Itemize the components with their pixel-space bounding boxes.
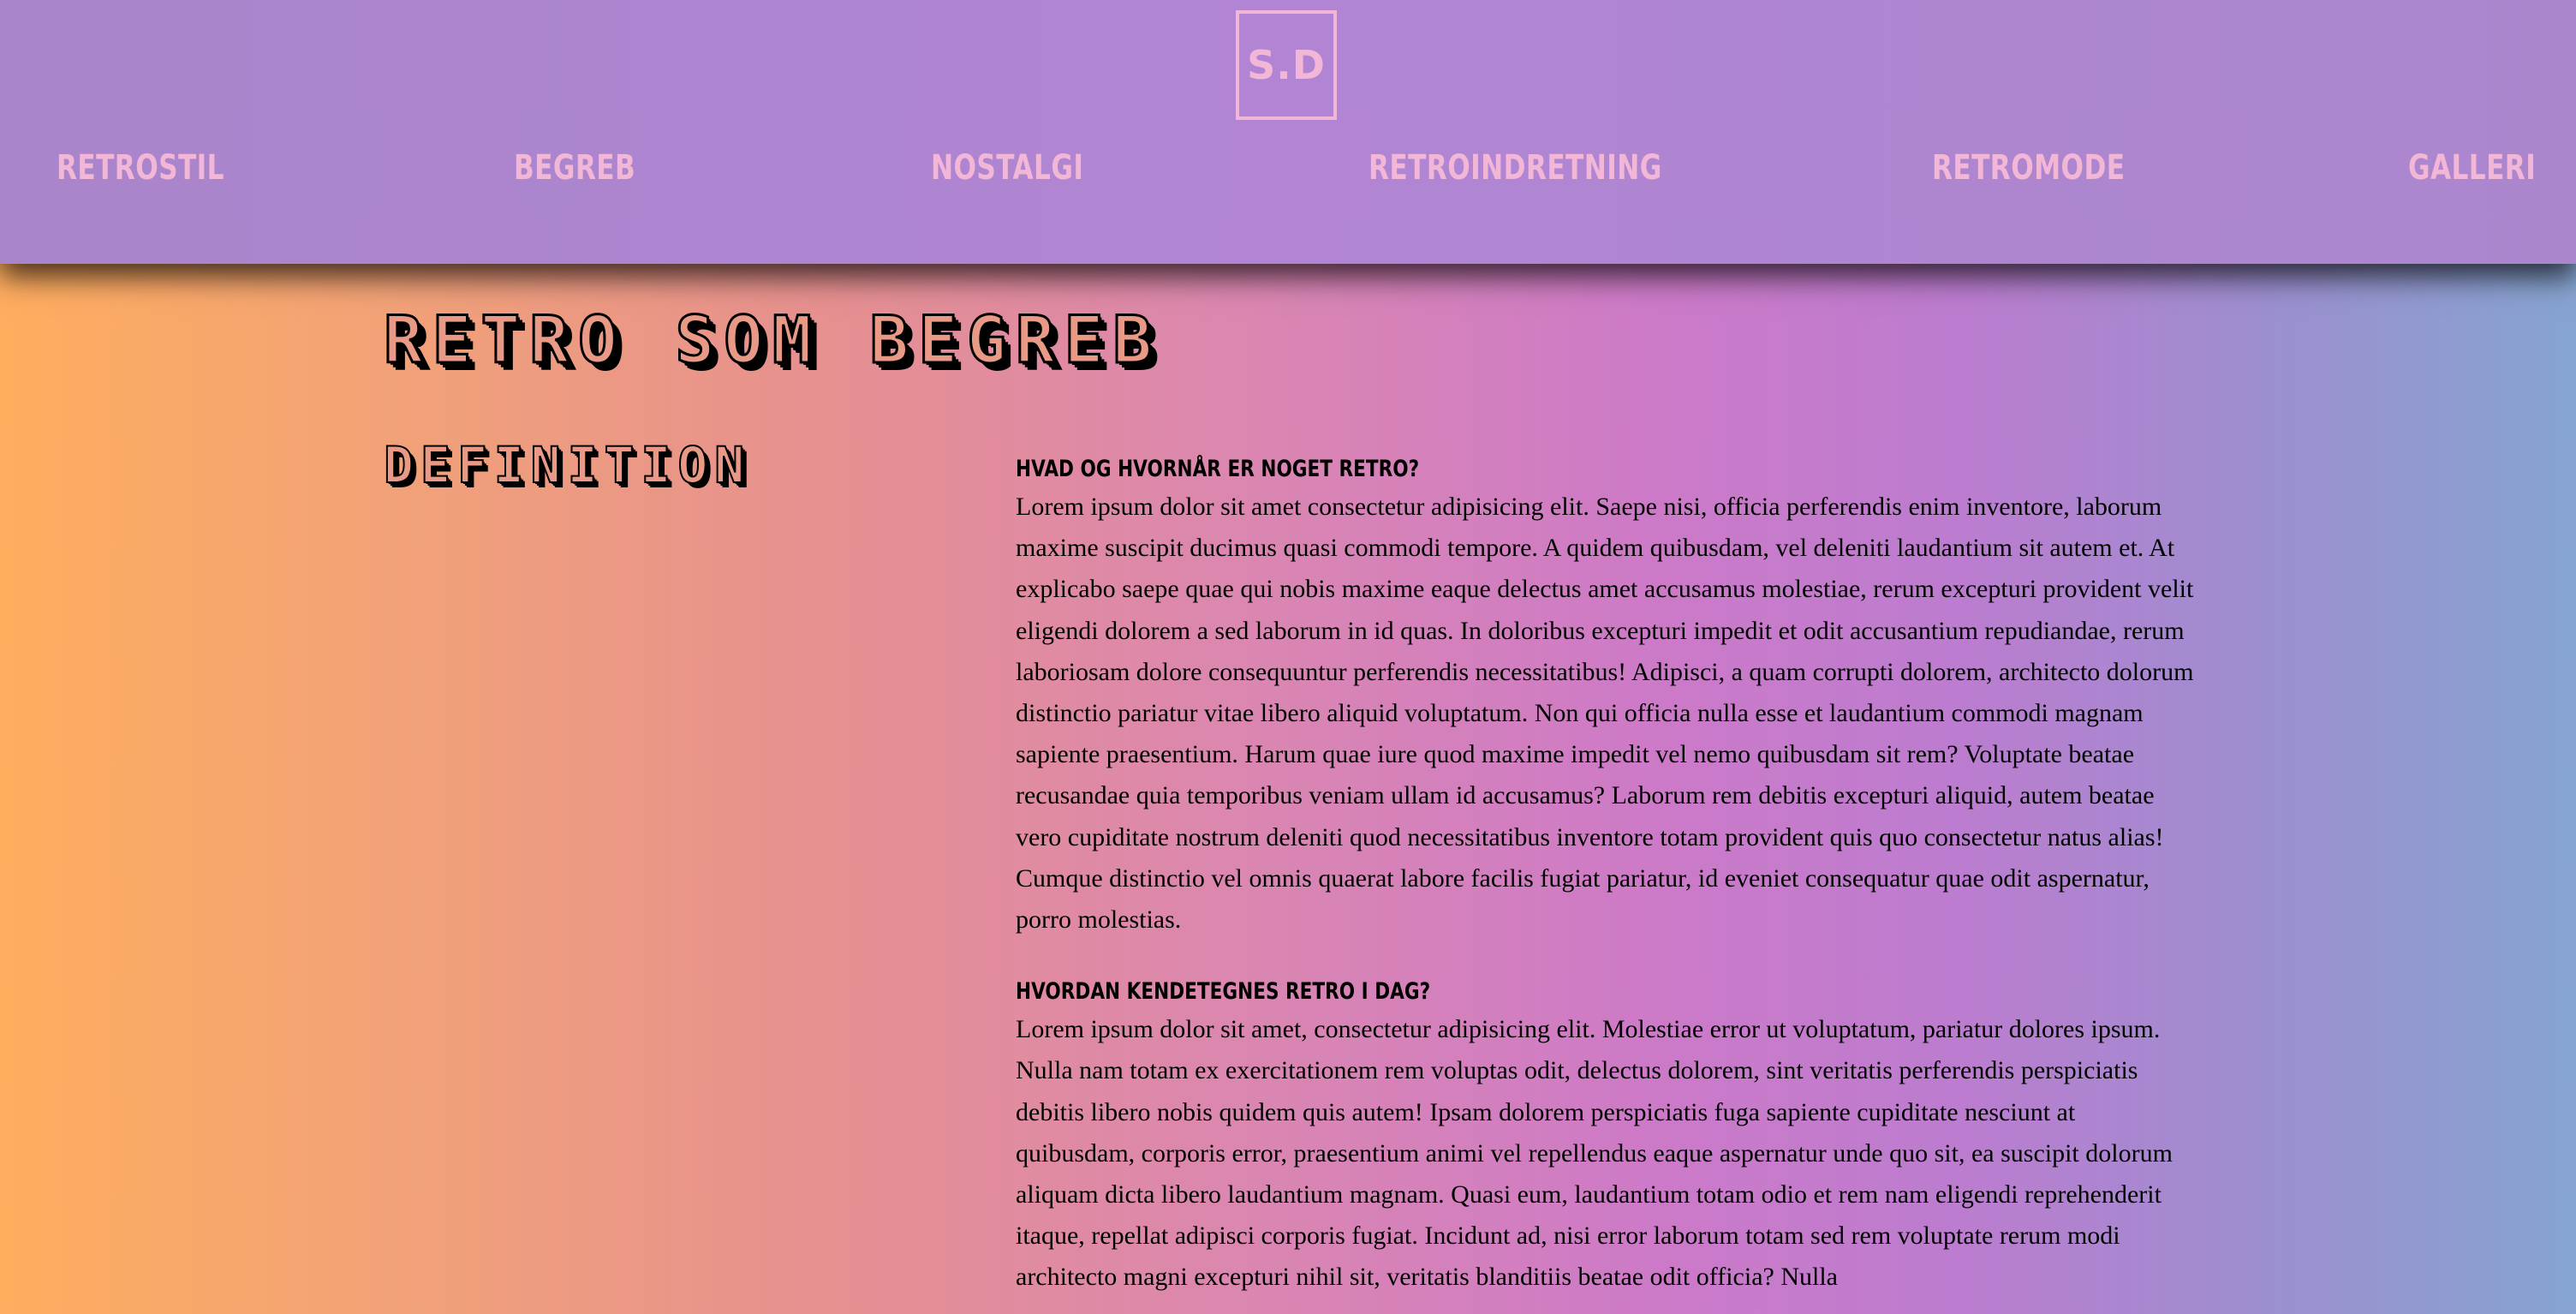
main-nav: RETROSTIL BEGREB NOSTALGI RETROINDRETNIN…	[0, 146, 2576, 190]
section-title-definition: DEFINITION	[383, 435, 752, 495]
nav-link-begreb[interactable]: BEGREB	[514, 146, 635, 190]
site-header: S.D RETROSTIL BEGREB NOSTALGI RETROINDRE…	[0, 0, 2576, 264]
site-logo[interactable]: S.D	[1236, 10, 1337, 120]
nav-link-retromode[interactable]: RETROMODE	[1932, 146, 2125, 190]
nav-link-retroindretning[interactable]: RETROINDRETNING	[1368, 146, 1662, 190]
nav-link-nostalgi[interactable]: NOSTALGI	[931, 146, 1083, 190]
section-heading: HVORDAN KENDETEGNES RETRO I DAG?	[1016, 978, 1431, 1006]
page-title: RETRO SOM BEGREB	[382, 301, 1162, 379]
article-text: HVAD OG HVORNÅR ER NOGET RETRO? Lorem ip…	[1016, 452, 2194, 1299]
nav-link-galleri[interactable]: GALLERI	[2408, 146, 2536, 190]
article-section: HVAD OG HVORNÅR ER NOGET RETRO? Lorem ip…	[1016, 452, 2194, 941]
section-paragraph: Lorem ipsum dolor sit amet consectetur a…	[1016, 493, 2194, 935]
article-section: HVORDAN KENDETEGNES RETRO I DAG? Lorem i…	[1016, 975, 2194, 1298]
section-paragraph: Lorem ipsum dolor sit amet, consectetur …	[1016, 1015, 2173, 1292]
section-heading: HVAD OG HVORNÅR ER NOGET RETRO?	[1016, 456, 1420, 482]
nav-link-retrostil[interactable]: RETROSTIL	[57, 146, 224, 190]
logo-text: S.D	[1247, 42, 1326, 88]
